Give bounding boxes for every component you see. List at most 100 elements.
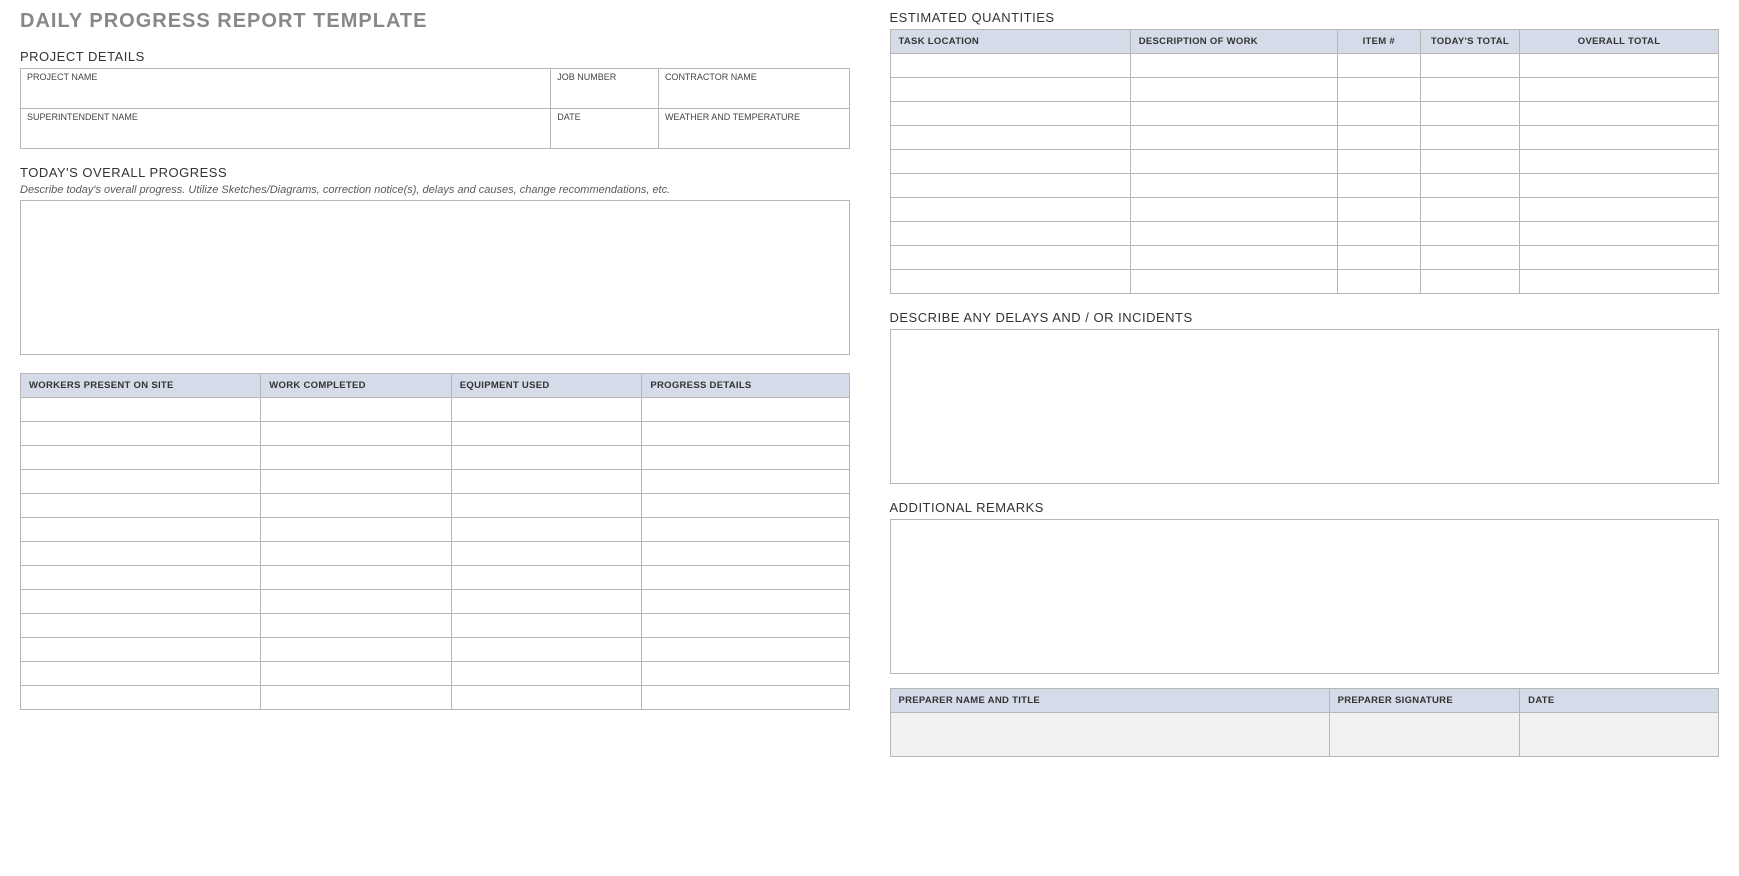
work-table-cell[interactable] [21,470,261,494]
quantities-table-cell[interactable] [890,150,1130,174]
quantities-table-cell[interactable] [1130,198,1337,222]
work-table-cell[interactable] [642,422,849,446]
work-table-cell[interactable] [21,518,261,542]
work-table-cell[interactable] [261,398,452,422]
quantities-table-cell[interactable] [890,126,1130,150]
work-table-cell[interactable] [261,470,452,494]
work-table-cell[interactable] [21,422,261,446]
quantities-table-cell[interactable] [1420,246,1519,270]
work-table-cell[interactable] [261,566,452,590]
work-table-cell[interactable] [261,686,452,710]
quantities-table-cell[interactable] [890,78,1130,102]
work-table-cell[interactable] [21,686,261,710]
quantities-table-cell[interactable] [1520,198,1719,222]
work-table-cell[interactable] [642,662,849,686]
work-table-cell[interactable] [642,398,849,422]
work-table-cell[interactable] [21,494,261,518]
work-table-cell[interactable] [21,590,261,614]
work-table-cell[interactable] [642,542,849,566]
work-table-cell[interactable] [261,518,452,542]
quantities-table-cell[interactable] [1130,270,1337,294]
work-table-cell[interactable] [21,638,261,662]
quantities-table-cell[interactable] [1420,54,1519,78]
quantities-table-cell[interactable] [1520,246,1719,270]
work-table-cell[interactable] [642,638,849,662]
quantities-table-cell[interactable] [1420,270,1519,294]
quantities-table-cell[interactable] [1337,102,1420,126]
quantities-table-cell[interactable] [890,174,1130,198]
quantities-table-cell[interactable] [1337,246,1420,270]
work-table-cell[interactable] [261,446,452,470]
quantities-table-cell[interactable] [890,198,1130,222]
quantities-table-cell[interactable] [1337,150,1420,174]
work-table-cell[interactable] [451,446,642,470]
work-table-cell[interactable] [451,470,642,494]
quantities-table-cell[interactable] [1130,54,1337,78]
work-table-cell[interactable] [261,542,452,566]
quantities-table-cell[interactable] [1130,150,1337,174]
work-table-cell[interactable] [451,422,642,446]
contractor-name-field[interactable] [658,89,849,109]
work-table-cell[interactable] [451,494,642,518]
work-table-cell[interactable] [21,662,261,686]
quantities-table-cell[interactable] [890,246,1130,270]
work-table-cell[interactable] [451,662,642,686]
quantities-table-cell[interactable] [1420,102,1519,126]
work-table-cell[interactable] [642,590,849,614]
work-table-cell[interactable] [21,614,261,638]
work-table-cell[interactable] [451,590,642,614]
work-table-cell[interactable] [261,494,452,518]
quantities-table-cell[interactable] [1420,198,1519,222]
superintendent-name-field[interactable] [21,129,551,149]
quantities-table-cell[interactable] [1520,174,1719,198]
preparer-signature-field[interactable] [1329,713,1520,757]
date-field[interactable] [551,129,659,149]
work-table-cell[interactable] [451,542,642,566]
work-table-cell[interactable] [261,422,452,446]
quantities-table-cell[interactable] [1130,78,1337,102]
project-name-field[interactable] [21,89,551,109]
preparer-name-field[interactable] [890,713,1329,757]
quantities-table-cell[interactable] [1520,54,1719,78]
overall-progress-field[interactable] [20,200,850,355]
quantities-table-cell[interactable] [1337,174,1420,198]
work-table-cell[interactable] [261,590,452,614]
work-table-cell[interactable] [642,518,849,542]
work-table-cell[interactable] [642,566,849,590]
work-table-cell[interactable] [261,638,452,662]
quantities-table-cell[interactable] [1337,78,1420,102]
work-table-cell[interactable] [261,662,452,686]
delays-field[interactable] [890,329,1720,484]
work-table-cell[interactable] [21,542,261,566]
quantities-table-cell[interactable] [1520,126,1719,150]
work-table-cell[interactable] [451,686,642,710]
quantities-table-cell[interactable] [1420,126,1519,150]
quantities-table-cell[interactable] [1337,222,1420,246]
work-table-cell[interactable] [642,494,849,518]
quantities-table-cell[interactable] [1420,222,1519,246]
work-table-cell[interactable] [642,686,849,710]
work-table-cell[interactable] [451,614,642,638]
quantities-table-cell[interactable] [1130,102,1337,126]
work-table-cell[interactable] [261,614,452,638]
work-table-cell[interactable] [21,566,261,590]
work-table-cell[interactable] [642,614,849,638]
quantities-table-cell[interactable] [1337,126,1420,150]
work-table-cell[interactable] [21,446,261,470]
work-table-cell[interactable] [451,566,642,590]
quantities-table-cell[interactable] [1130,246,1337,270]
quantities-table-cell[interactable] [1420,174,1519,198]
quantities-table-cell[interactable] [1337,270,1420,294]
quantities-table-cell[interactable] [890,54,1130,78]
work-table-cell[interactable] [21,398,261,422]
quantities-table-cell[interactable] [1520,222,1719,246]
remarks-field[interactable] [890,519,1720,674]
quantities-table-cell[interactable] [1337,198,1420,222]
work-table-cell[interactable] [642,446,849,470]
quantities-table-cell[interactable] [1520,78,1719,102]
quantities-table-cell[interactable] [1520,150,1719,174]
quantities-table-cell[interactable] [890,102,1130,126]
work-table-cell[interactable] [642,470,849,494]
quantities-table-cell[interactable] [1130,174,1337,198]
quantities-table-cell[interactable] [1130,222,1337,246]
